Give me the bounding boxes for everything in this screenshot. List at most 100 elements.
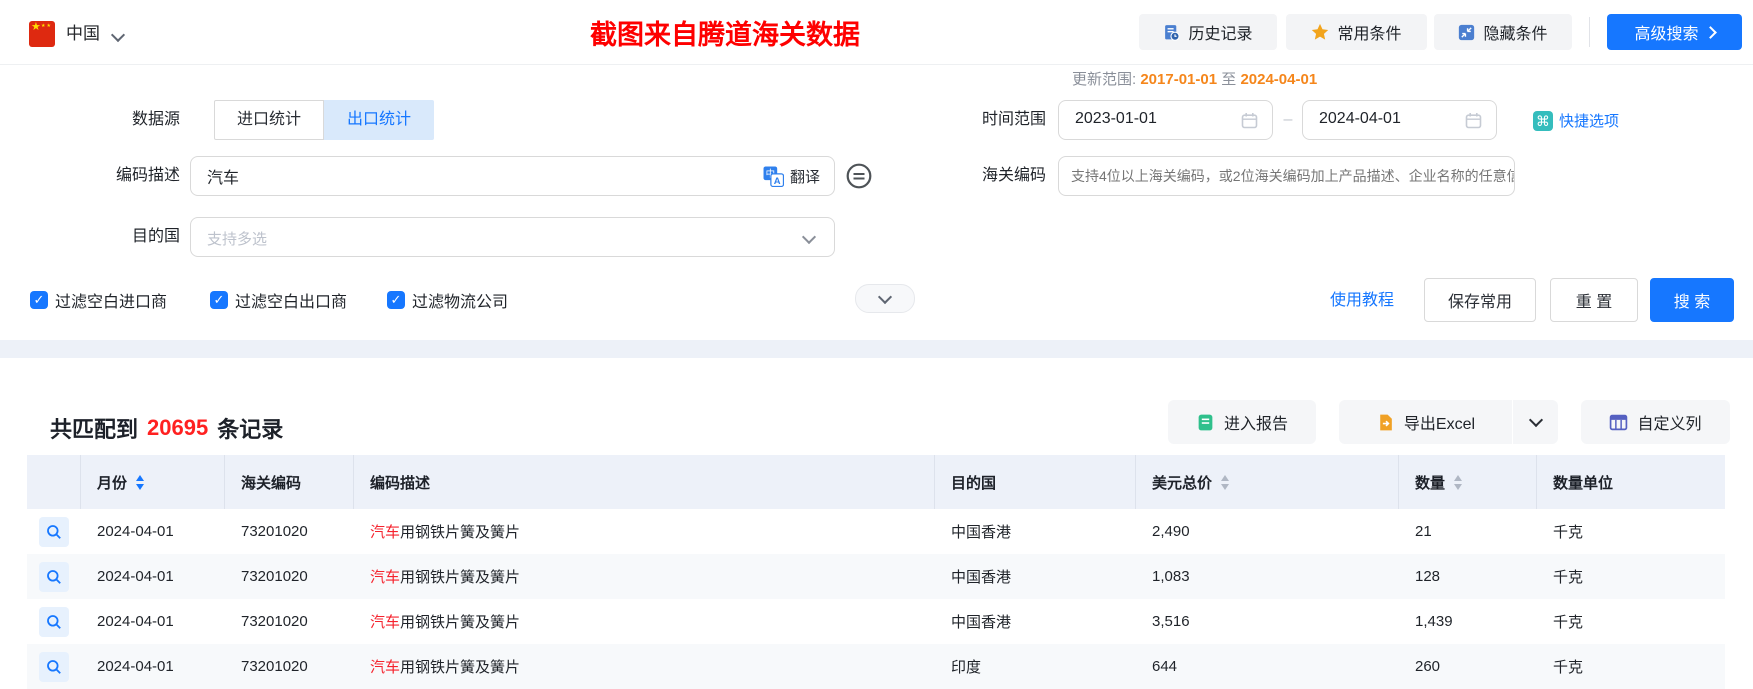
history-button[interactable]: 历史记录 — [1139, 14, 1277, 50]
code-desc-label: 编码描述 — [115, 167, 180, 184]
tab-export-stats[interactable]: 出口统计 — [324, 100, 434, 140]
svg-text:A: A — [774, 176, 781, 187]
sort-control-usd[interactable] — [1221, 474, 1230, 490]
export-excel-dropdown[interactable] — [1513, 400, 1558, 444]
table-row[interactable]: 2024-04-01 73201020 汽车 用钢铁片簧及簧片 中国香港 2,4… — [27, 509, 1725, 555]
advanced-search-button[interactable]: 高级搜索 — [1607, 14, 1742, 50]
code-desc-input[interactable] — [191, 157, 711, 195]
cell-destination: 中国香港 — [951, 614, 1012, 631]
cell-usd-total: 644 — [1152, 658, 1178, 675]
chevron-down-icon — [877, 289, 893, 305]
cell-code-desc: 汽车 用钢铁片簧及簧片 — [354, 554, 935, 599]
columns-icon — [1610, 414, 1628, 430]
table-header: 月份 海关编码 编码描述 目的国 美元总价 数量 数量单位 — [27, 455, 1725, 509]
row-detail-search-button[interactable] — [39, 651, 69, 682]
chevron-right-icon — [1703, 25, 1717, 39]
country-selector[interactable]: 中国 — [66, 22, 100, 46]
translate-label: 翻译 — [789, 169, 820, 186]
date-range-dash: – — [1283, 111, 1293, 128]
report-icon — [1198, 414, 1213, 430]
enter-report-button[interactable]: 进入报告 — [1168, 400, 1316, 444]
cell-destination: 中国香港 — [951, 569, 1012, 586]
hs-code-label: 海关编码 — [981, 167, 1046, 184]
destination-select[interactable]: 支持多选 — [190, 217, 835, 257]
filter-logistics[interactable]: ✓ 过滤物流公司 — [387, 286, 508, 314]
star-icon — [1312, 23, 1329, 40]
row-detail-search-button[interactable] — [39, 606, 69, 637]
search-button[interactable]: 搜 索 — [1650, 278, 1734, 322]
keyword-highlight: 汽车 — [370, 614, 401, 631]
favorites-label: 常用条件 — [1337, 26, 1402, 43]
hide-conditions-button[interactable]: 隐藏条件 — [1434, 14, 1572, 50]
enter-report-label: 进入报告 — [1223, 416, 1288, 433]
chevron-down-icon — [1528, 412, 1543, 428]
custom-columns-button[interactable]: 自定义列 — [1581, 400, 1730, 444]
row-detail-search-button[interactable] — [39, 561, 69, 592]
checkbox-checked-icon[interactable]: ✓ — [30, 291, 48, 309]
reset-button[interactable]: 重 置 — [1550, 278, 1638, 322]
sort-control-quantity[interactable] — [1454, 474, 1463, 490]
header-quantity[interactable]: 数量 — [1399, 455, 1537, 509]
export-excel-label: 导出Excel — [1403, 416, 1476, 433]
update-range-note: 更新范围: 2017-01-01 至 2024-04-01 — [1072, 68, 1317, 89]
tutorial-link[interactable]: 使用教程 — [1330, 287, 1394, 315]
quick-options-button[interactable]: ⌘ 快捷选项 — [1533, 110, 1619, 131]
filter-blank-exporter-label: 过滤空白出口商 — [235, 294, 348, 311]
cell-unit: 千克 — [1553, 569, 1584, 586]
history-icon — [1165, 24, 1181, 41]
translate-button[interactable]: 中 A 翻译 — [763, 166, 820, 187]
magnifier-icon — [47, 659, 61, 674]
table-row[interactable]: 2024-04-01 73201020 汽车 用钢铁片簧及簧片 印度 644 2… — [27, 644, 1725, 689]
tab-import-stats[interactable]: 进口统计 — [214, 100, 324, 140]
keyword-highlight: 汽车 — [370, 659, 401, 676]
filter-blank-importer-label: 过滤空白进口商 — [55, 294, 168, 311]
cell-hs-code: 73201020 — [241, 568, 308, 585]
magnifier-icon — [47, 524, 61, 539]
header-destination: 目的国 — [935, 455, 1136, 509]
cell-quantity: 1,439 — [1415, 613, 1453, 630]
cell-quantity: 260 — [1415, 658, 1441, 675]
excel-icon — [1380, 414, 1392, 430]
cell-code-desc: 汽车 用钢铁片簧及簧片 — [354, 644, 935, 689]
collapse-icon — [1459, 24, 1475, 40]
china-flag-icon: ★ ★★ — [29, 21, 55, 47]
cell-hs-code: 73201020 — [241, 658, 308, 675]
keyword-highlight: 汽车 — [370, 524, 401, 541]
cell-hs-code: 73201020 — [241, 613, 308, 630]
topbar-divider — [1589, 17, 1590, 47]
header-usd-total[interactable]: 美元总价 — [1136, 455, 1399, 509]
section-divider-band — [0, 340, 1753, 358]
hs-category-browser-icon[interactable] — [845, 162, 873, 190]
cell-usd-total: 3,516 — [1152, 613, 1190, 630]
header-unit: 数量单位 — [1553, 474, 1614, 492]
checkbox-checked-icon[interactable]: ✓ — [210, 291, 228, 309]
cell-unit: 千克 — [1553, 524, 1584, 541]
table-row[interactable]: 2024-04-01 73201020 汽车 用钢铁片簧及簧片 中国香港 3,5… — [27, 599, 1725, 645]
cell-usd-total: 2,490 — [1152, 523, 1190, 540]
collapse-form-button[interactable] — [855, 284, 915, 313]
filter-blank-importer[interactable]: ✓ 过滤空白进口商 — [30, 286, 167, 314]
date-start-value: 2023-01-01 — [1075, 110, 1157, 127]
cell-hs-code: 73201020 — [241, 523, 308, 540]
data-source-label: 数据源 — [131, 111, 180, 128]
cell-month: 2024-04-01 — [97, 568, 174, 585]
hs-code-input[interactable] — [1059, 157, 1514, 195]
date-end-field[interactable]: 2024-04-01 — [1302, 100, 1497, 140]
export-excel-button[interactable]: 导出Excel — [1339, 400, 1513, 444]
filter-blank-exporter[interactable]: ✓ 过滤空白出口商 — [210, 286, 347, 314]
favorites-button[interactable]: 常用条件 — [1286, 14, 1427, 50]
update-range-to: 至 — [1221, 71, 1237, 88]
cell-month: 2024-04-01 — [97, 613, 174, 630]
date-start-field[interactable]: 2023-01-01 — [1058, 100, 1273, 140]
table-row[interactable]: 2024-04-01 73201020 汽车 用钢铁片簧及簧片 中国香港 1,0… — [27, 554, 1725, 600]
sort-control-month[interactable] — [136, 474, 145, 490]
filter-logistics-label: 过滤物流公司 — [412, 294, 509, 311]
checkbox-checked-icon[interactable]: ✓ — [387, 291, 405, 309]
header-expand-column — [27, 455, 81, 509]
row-detail-search-button[interactable] — [39, 516, 69, 547]
translate-icon: 中 A — [763, 166, 784, 187]
update-range-start: 2017-01-01 — [1140, 71, 1218, 88]
magnifier-icon — [47, 569, 61, 584]
save-common-button[interactable]: 保存常用 — [1424, 278, 1536, 322]
header-month[interactable]: 月份 — [81, 455, 225, 509]
